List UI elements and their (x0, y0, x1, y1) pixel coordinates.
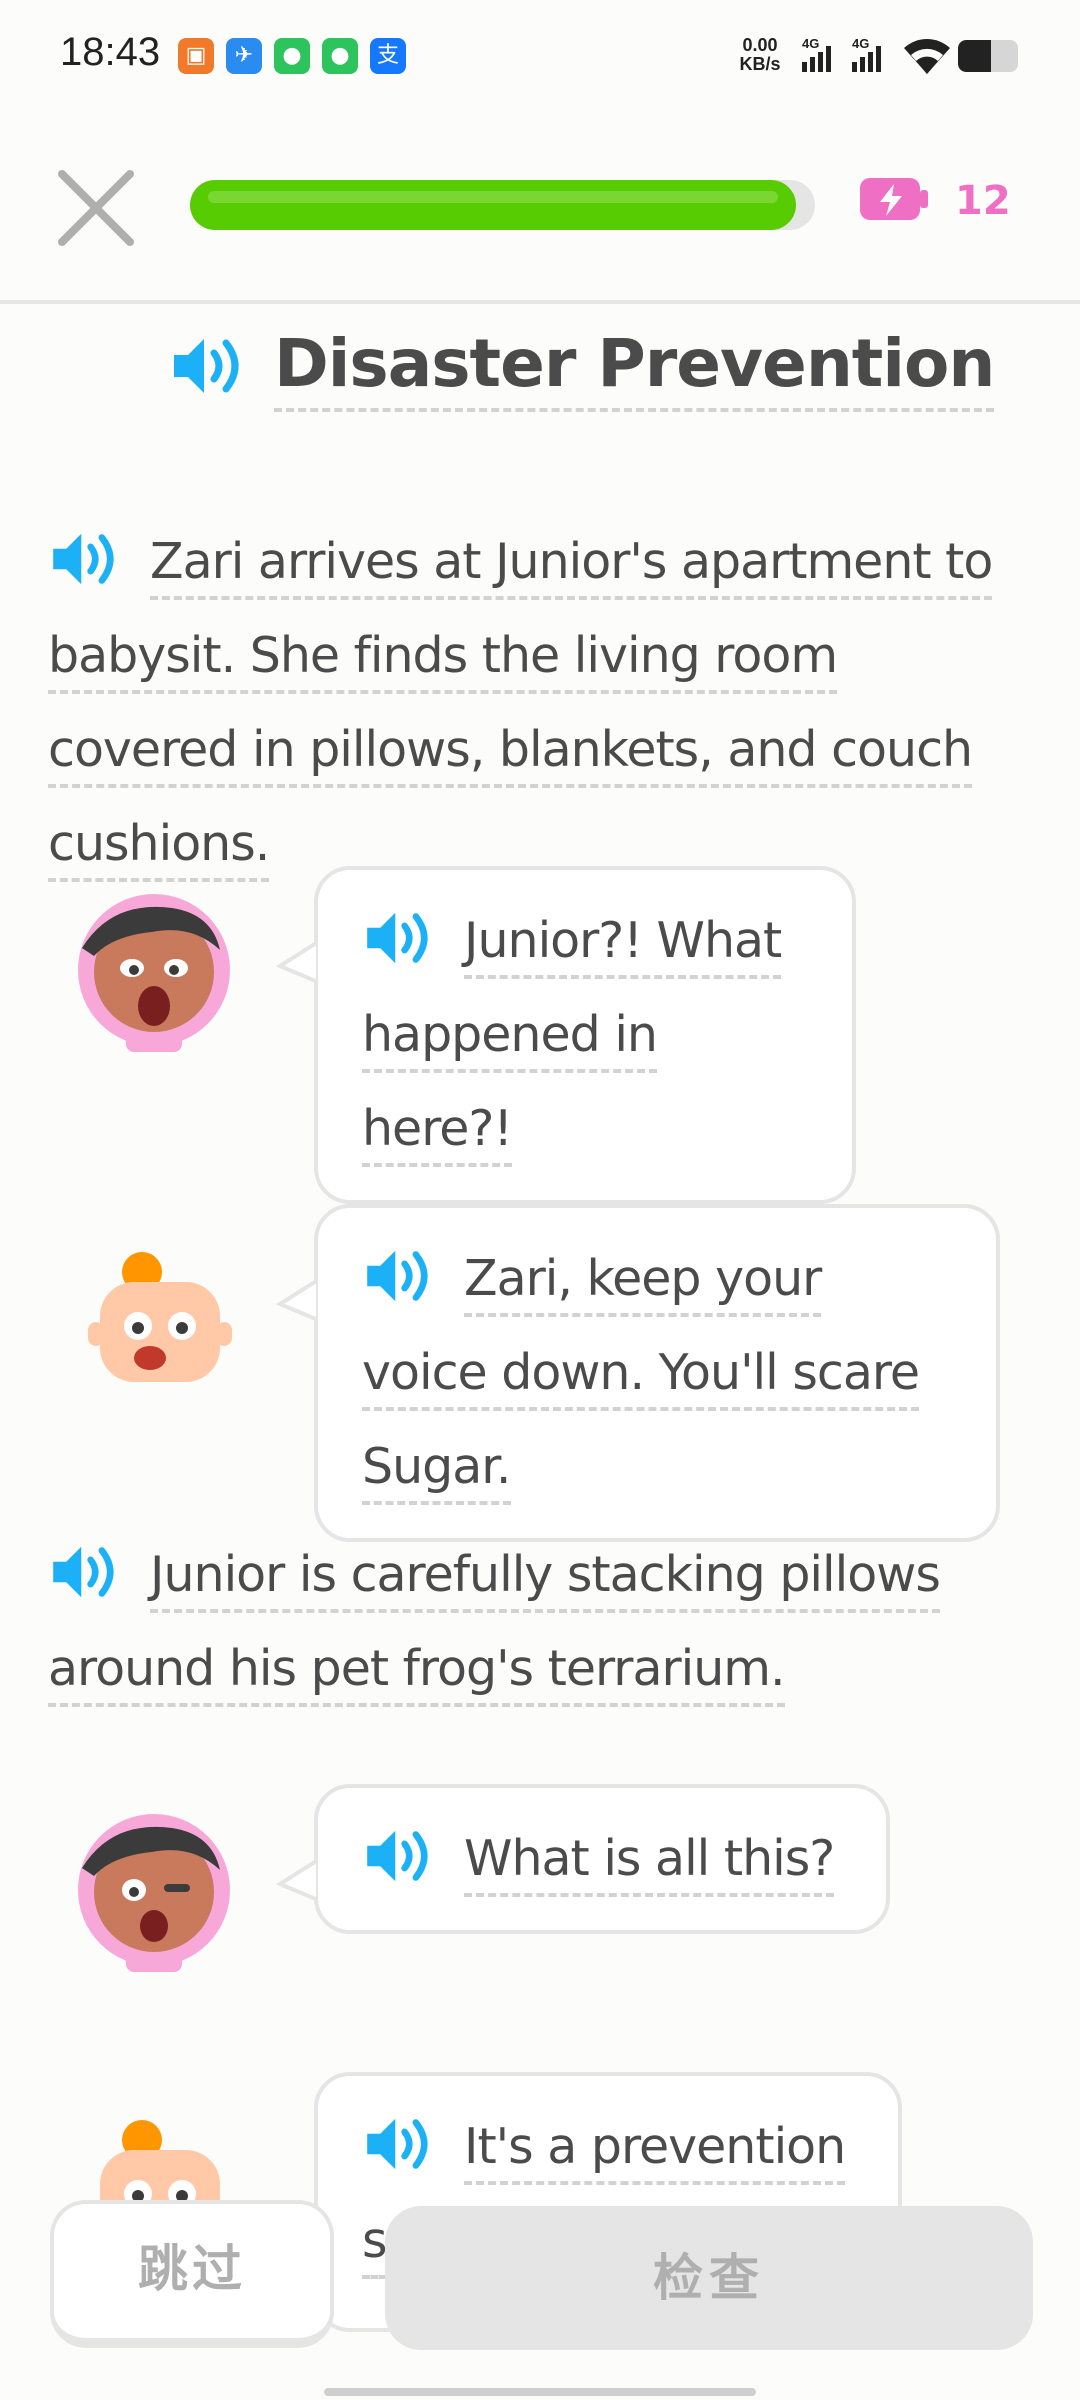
speaker-icon[interactable] (48, 530, 122, 588)
dialogue-bubble: What is all this? (276, 1784, 890, 1934)
speaker-icon[interactable] (362, 909, 436, 967)
status-time: 18:43 (60, 30, 161, 74)
speaker-icon[interactable] (170, 335, 246, 397)
speaker-icon[interactable] (362, 1247, 436, 1305)
net-speed: 0.00 KB/s (730, 36, 790, 74)
dialogue-bubble: Zari, keep your voice down. You'll scare… (276, 1204, 1000, 1542)
home-indicator[interactable] (324, 2388, 756, 2396)
close-icon[interactable] (56, 168, 136, 248)
narration-line: Junior is carefully stacking pillows aro… (48, 1528, 1038, 1716)
signal-icon: 4G (802, 36, 831, 72)
bubble-tail (314, 2148, 316, 2188)
header-divider (0, 300, 1080, 304)
wechat-icon: ● (274, 38, 310, 74)
check-button[interactable]: 检查 (385, 2206, 1033, 2350)
zari-avatar (78, 1814, 230, 1972)
speaker-icon[interactable] (48, 1543, 122, 1601)
app-notification-icon: ✈ (226, 38, 262, 74)
signal-icon: 4G (852, 36, 881, 72)
bubble-tail (276, 942, 316, 982)
speaker-icon[interactable] (362, 1827, 436, 1885)
line-text[interactable]: What is all this? (464, 1830, 835, 1897)
energy-battery-icon (860, 178, 928, 220)
line-text[interactable]: Zari, keep your voice down. You'll scare… (362, 1250, 920, 1505)
lesson-progress-bar (190, 180, 815, 230)
narration-line: Zari arrives at Junior's apartment to ba… (48, 515, 1038, 891)
line-text[interactable]: Zari arrives at Junior's apartment to ba… (48, 533, 993, 882)
energy-count: 12 (955, 178, 1011, 224)
net-speed-unit: KB/s (739, 54, 781, 74)
app-notification-icon: ▣ (178, 38, 214, 74)
zari-avatar (78, 894, 230, 1052)
dialogue-bubble: Junior?! What happened in here?! (276, 866, 856, 1204)
skip-button[interactable]: 跳过 (50, 2200, 334, 2348)
story-title-text[interactable]: Disaster Prevention (274, 325, 995, 412)
wifi-icon (904, 39, 950, 74)
junior-avatar (88, 1252, 232, 1382)
net-speed-value: 0.00 (742, 35, 778, 55)
alipay-icon: 支 (370, 38, 406, 74)
battery-icon (958, 40, 1018, 72)
signal-1-label: 4G (802, 36, 819, 51)
status-bar: 18:43 ▣ ✈ ● ● 支 0.00 KB/s 4G 4G (0, 0, 1080, 110)
bubble-tail (276, 1280, 316, 1320)
line-text[interactable]: Junior is carefully stacking pillows aro… (48, 1546, 941, 1707)
bubble-tail (276, 1860, 316, 1900)
progress-fill (190, 180, 797, 230)
wechat-icon: ● (322, 38, 358, 74)
lesson-header: 12 (0, 140, 1080, 300)
story-title: Disaster Prevention (274, 325, 995, 412)
signal-2-label: 4G (852, 36, 869, 51)
speaker-icon[interactable] (362, 2115, 436, 2173)
